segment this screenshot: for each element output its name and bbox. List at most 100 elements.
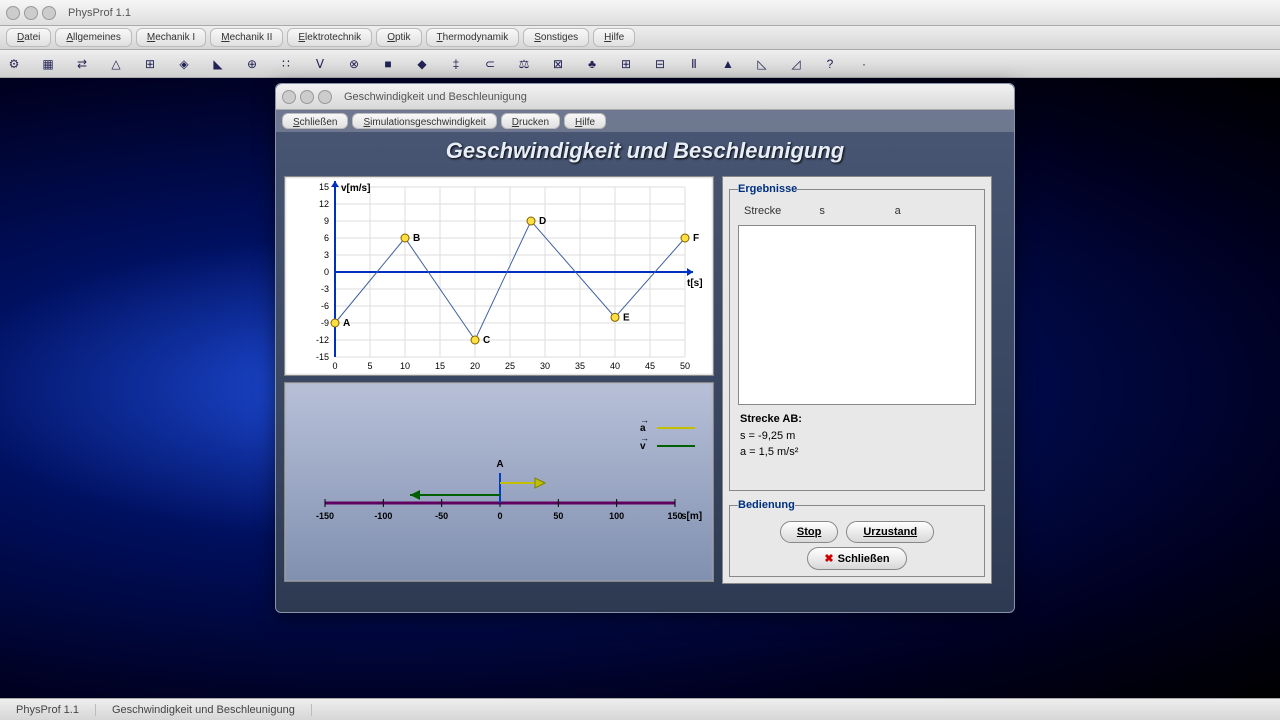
menu-sonstiges[interactable]: Sonstiges [523,28,589,47]
svg-text:100: 100 [609,511,624,521]
svg-text:s[m]: s[m] [681,511,702,522]
stop-button[interactable]: Stop [780,521,838,543]
window-button[interactable] [24,6,38,20]
close-icon: ✖ [824,553,833,565]
svg-text:50: 50 [680,361,690,371]
svg-text:→: → [640,433,649,443]
submenu-drucken[interactable]: Drucken [501,113,560,129]
svg-text:50: 50 [553,511,563,521]
svg-text:15: 15 [319,182,329,192]
toolbar-icon[interactable]: ◆ [414,56,430,72]
sub-titlebar: Geschwindigkeit und Beschleunigung [276,84,1014,110]
content-area: Geschwindigkeit und Beschleunigung Schli… [0,78,1280,698]
menu-thermodynamik[interactable]: Thermodynamik [426,28,520,47]
window-button[interactable] [282,90,296,104]
submenu-schließen[interactable]: Schließen [282,113,348,129]
col-s: s [819,205,894,217]
position-simulation: -150-100-50050100150s[m]Aa→v→ [284,382,714,582]
results-summary: Strecke AB: s = -9,25 m a = 1,5 m/s² [738,405,976,467]
svg-text:30: 30 [540,361,550,371]
toolbar-icon[interactable]: ■ [380,56,396,72]
menu-hilfe[interactable]: Hilfe [593,28,635,47]
toolbar-icon[interactable]: ⚙ [6,56,22,72]
svg-text:3: 3 [324,250,329,260]
main-toolbar: ⚙ ▦ ⇄ △ ⊞ ◈ ◣ ⊕ ∷ Ⅴ ⊗ ■ ◆ ‡ ⊂ ⚖ ⊠ ♣ ⊞ ⊟ Ⅱ ▲ ◺ ◿? · [0,50,1280,78]
status-doc: Geschwindigkeit und Beschleunigung [96,704,312,716]
svg-text:-12: -12 [316,335,329,345]
reset-button[interactable]: Urzustand [846,521,934,543]
window-button[interactable] [6,6,20,20]
svg-text:t[s]: t[s] [687,278,703,289]
toolbar-icon[interactable]: ⊞ [142,56,158,72]
svg-text:25: 25 [505,361,515,371]
toolbar-icon[interactable]: Ⅴ [312,56,328,72]
toolbar-icon[interactable]: Ⅱ [686,56,702,72]
toolbar-icon[interactable]: ‡ [448,56,464,72]
window-button[interactable] [42,6,56,20]
statusbar: PhysProf 1.1 Geschwindigkeit und Beschle… [0,698,1280,720]
toolbar-icon[interactable]: ◿ [788,56,804,72]
svg-text:0: 0 [497,511,502,521]
menu-elektrotechnik[interactable]: Elektrotechnik [287,28,372,47]
svg-text:5: 5 [367,361,372,371]
svg-text:→: → [640,415,649,425]
svg-text:v[m/s]: v[m/s] [341,183,370,194]
banner-title: Geschwindigkeit und Beschleunigung [276,132,1014,170]
toolbar-icon[interactable]: ⊕ [244,56,260,72]
toolbar-icon[interactable]: ? [822,56,838,72]
summary-s: s = -9,25 m [740,430,795,442]
svg-text:E: E [623,312,630,323]
app-title: PhysProf 1.1 [68,7,131,19]
toolbar-icon[interactable]: ∷ [278,56,294,72]
svg-text:40: 40 [610,361,620,371]
toolbar-icon[interactable]: · [856,56,872,72]
results-legend: Ergebnisse [738,183,797,195]
svg-text:C: C [483,335,490,346]
menu-mechanik ii[interactable]: Mechanik II [210,28,283,47]
close-button[interactable]: ✖Schließen [807,547,906,570]
results-list [738,225,976,405]
toolbar-icon[interactable]: ⊠ [550,56,566,72]
summary-label: Strecke AB: [740,413,802,425]
submenu-hilfe[interactable]: Hilfe [564,113,606,129]
toolbar-icon[interactable]: ◈ [176,56,192,72]
svg-text:45: 45 [645,361,655,371]
toolbar-icon[interactable]: ▲ [720,56,736,72]
toolbar-icon[interactable]: ⊞ [618,56,634,72]
sub-menubar: SchließenSimulationsgeschwindigkeit Druck… [276,110,1014,132]
menu-optik[interactable]: Optik [376,28,421,47]
menu-datei[interactable]: Datei [6,28,51,47]
svg-text:-6: -6 [321,301,329,311]
sub-window-title: Geschwindigkeit und Beschleunigung [344,91,527,103]
svg-text:15: 15 [435,361,445,371]
svg-text:D: D [539,216,546,227]
status-app: PhysProf 1.1 [0,704,96,716]
toolbar-icon[interactable]: ⊗ [346,56,362,72]
toolbar-icon[interactable]: ◣ [210,56,226,72]
svg-text:12: 12 [319,199,329,209]
toolbar-icon[interactable]: △ [108,56,124,72]
menu-mechanik i[interactable]: Mechanik I [136,28,206,47]
velocity-chart: 05101520253035404550-15-12-9-6-303691215… [284,176,714,376]
toolbar-icon[interactable]: ⊂ [482,56,498,72]
toolbar-icon[interactable]: ⚖ [516,56,532,72]
toolbar-icon[interactable]: ▦ [40,56,56,72]
svg-text:35: 35 [575,361,585,371]
window-button[interactable] [318,90,332,104]
menu-allgemeines[interactable]: Allgemeines [55,28,131,47]
svg-text:20: 20 [470,361,480,371]
window-button[interactable] [300,90,314,104]
toolbar-icon[interactable]: ♣ [584,56,600,72]
svg-text:6: 6 [324,233,329,243]
simulation-window: Geschwindigkeit und Beschleunigung Schli… [275,83,1015,613]
toolbar-icon[interactable]: ⇄ [74,56,90,72]
results-header: Strecke s a [738,201,976,221]
toolbar-icon[interactable]: ◺ [754,56,770,72]
toolbar-icon[interactable]: ⊟ [652,56,668,72]
svg-text:-15: -15 [316,352,329,362]
submenu-simulationsgeschwindigkeit[interactable]: Simulationsgeschwindigkeit [352,113,496,129]
svg-text:-9: -9 [321,318,329,328]
svg-text:0: 0 [332,361,337,371]
controls-legend: Bedienung [738,499,795,511]
svg-text:9: 9 [324,216,329,226]
